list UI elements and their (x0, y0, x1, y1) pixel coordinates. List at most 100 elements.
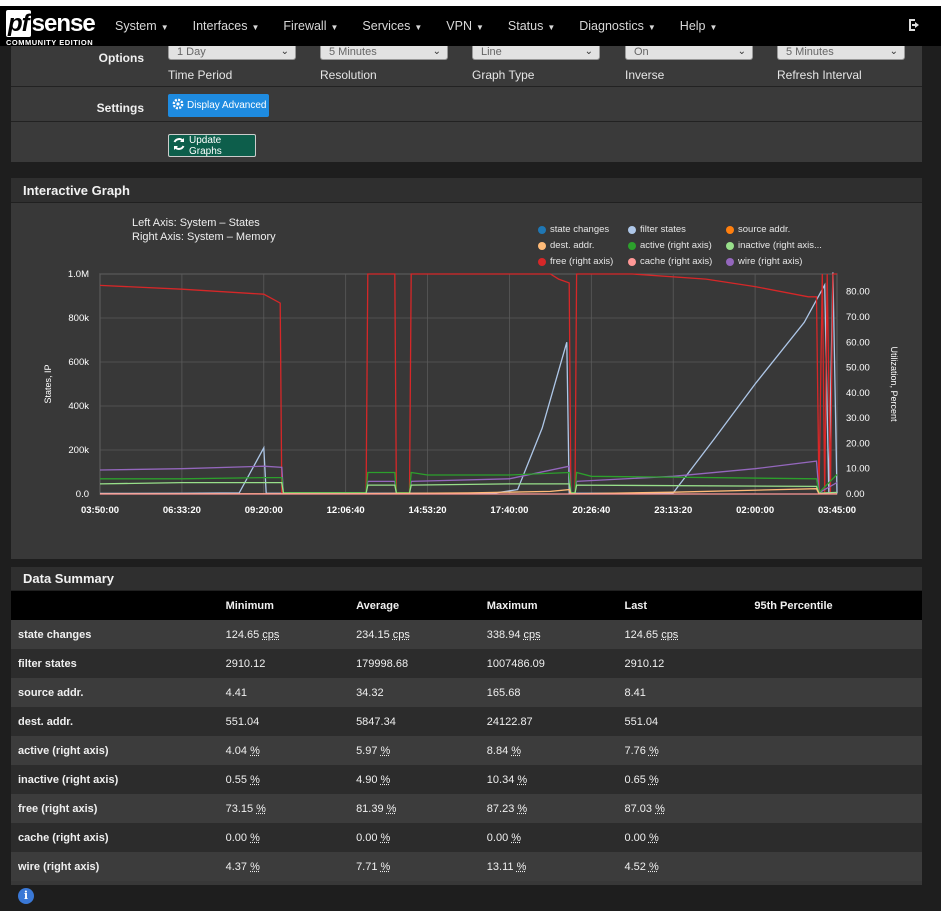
table-row: active (right axis) 4.04 % 5.97 % 8.84 % 7.7… (11, 736, 922, 765)
cell-unit: % (516, 860, 527, 873)
y-right-axis-label: Utilization, Percent (889, 346, 899, 422)
select-time-period[interactable]: 1 Day ⌄ (168, 46, 296, 60)
cell-value: 7.71 (356, 860, 378, 873)
cell-unit: % (517, 802, 528, 815)
cell-value: 2910.12 (624, 657, 665, 670)
table-row: state changes 124.65 cps 234.15 cps 338.94 … (11, 620, 922, 649)
x-tick-label: 06:33:20 (163, 505, 201, 516)
data-summary-title: Data Summary (11, 567, 922, 591)
cell-last: 8.41 (617, 678, 748, 707)
cell-value: 0.00 (225, 831, 247, 844)
cell-value: 4.04 (225, 744, 247, 757)
logout-icon[interactable] (907, 17, 923, 33)
chevron-down-icon: ⌄ (889, 46, 898, 57)
x-tick-label: 02:00:00 (736, 505, 774, 516)
nav-label: Firewall (283, 19, 327, 33)
select-label: Graph Type (472, 68, 535, 82)
cell-avg: 234.15 cps (349, 620, 480, 649)
x-tick-label: 14:53:20 (409, 505, 447, 516)
caret-down-icon: ▼ (330, 23, 339, 32)
caret-down-icon: ▼ (251, 23, 260, 32)
cell-unit: % (380, 773, 391, 786)
select-label: Resolution (320, 68, 377, 82)
cell-value: 5847.34 (356, 715, 396, 728)
states-memory-chart[interactable]: 03:50:00 06:33:20 09:20:00 12:06:40 14:53:20… (11, 178, 922, 559)
cell-value: 234.15 (356, 628, 390, 641)
nav-services[interactable]: Services ▼ (350, 6, 434, 46)
cell-value: 4.90 (356, 773, 378, 786)
cell-value: 7.76 (624, 744, 646, 757)
nav-firewall[interactable]: Firewall ▼ (271, 6, 350, 46)
select-inverse[interactable]: On ⌄ (625, 46, 753, 60)
select-value: 5 Minutes (786, 46, 834, 58)
cell-percentile (747, 765, 922, 794)
select-resolution[interactable]: 5 Minutes ⌄ (320, 46, 448, 60)
caret-down-icon: ▼ (160, 23, 169, 32)
cell-unit: cps (523, 628, 541, 641)
y-right-tick-label: 60.00 (846, 337, 870, 348)
logo-sense: sense (31, 10, 96, 37)
cell-value: 8.41 (624, 686, 646, 699)
table-row: wire (right axis) 4.37 % 7.71 % 13.11 % 4.52… (11, 852, 922, 881)
column-header: Average (349, 591, 480, 620)
table-header-row: Minimum Average Maximum Last 95th Percentile (11, 591, 922, 620)
cell-max: 13.11 % (479, 852, 618, 881)
cell-max: 87.23 % (479, 794, 618, 823)
cell-unit: % (517, 773, 528, 786)
cell-unit: cps (262, 628, 280, 641)
cell-last: 0.00 % (617, 823, 748, 852)
nav-status[interactable]: Status ▼ (496, 6, 567, 46)
settings-label: Settings (96, 101, 144, 115)
series-line-filter-states (99, 272, 838, 495)
column-header: Last (617, 591, 748, 620)
x-tick-label: 20:26:40 (572, 505, 610, 516)
gear-icon (172, 98, 184, 113)
cell-max: 8.84 % (479, 736, 618, 765)
cell-avg: 5.97 % (349, 736, 480, 765)
nav-vpn[interactable]: VPN ▼ (434, 6, 496, 46)
cell-unit: % (380, 860, 391, 873)
select-value: Line (481, 46, 502, 58)
nav-label: VPN (446, 19, 472, 33)
cell-avg: 4.90 % (349, 765, 480, 794)
series-line-inactive-right-axis- (99, 481, 838, 494)
cell-unit: % (250, 831, 260, 844)
options-label: Options (98, 51, 144, 65)
nav-interfaces[interactable]: Interfaces ▼ (181, 6, 272, 46)
cell-unit: % (648, 860, 659, 873)
y-left-axis-label: States, IP (43, 364, 53, 403)
nav-help[interactable]: Help ▼ (668, 6, 730, 46)
cell-unit: % (648, 773, 659, 786)
update-graphs-button[interactable]: Update Graphs (168, 134, 256, 157)
cell-percentile (747, 794, 922, 823)
pfsense-logo[interactable]: pf sense COMMUNITY EDITION (6, 10, 96, 47)
display-advanced-button[interactable]: Display Advanced (168, 94, 269, 117)
y-right-tick-label: 40.00 (846, 388, 870, 399)
y-left-tick-label: 800k (68, 313, 89, 324)
select-label: Time Period (168, 68, 233, 82)
cell-avg: 34.32 (349, 678, 480, 707)
plot-frame (99, 273, 838, 495)
nav-diagnostics[interactable]: Diagnostics ▼ (567, 6, 668, 46)
row-label: dest. addr. (11, 707, 219, 736)
cell-value: 73.15 (225, 802, 254, 815)
nav-system[interactable]: System ▼ (103, 6, 181, 46)
cell-max: 1007486.09 (479, 649, 618, 678)
cell-min: 4.04 % (218, 736, 350, 765)
cell-value: 87.23 (486, 802, 515, 815)
select-refresh-interval[interactable]: 5 Minutes ⌄ (777, 46, 905, 60)
select-label: Refresh Interval (777, 68, 862, 82)
cell-last: 7.76 % (617, 736, 748, 765)
cell-min: 0.00 % (218, 823, 350, 852)
navbar: pf sense COMMUNITY EDITION System ▼ Interfa… (0, 6, 941, 47)
cell-unit: % (648, 831, 659, 844)
row-label: state changes (11, 620, 219, 649)
select-graph-type[interactable]: Line ⌄ (472, 46, 600, 60)
cell-max: 338.94 cps (479, 620, 618, 649)
cell-max: 0.00 % (479, 823, 618, 852)
info-icon[interactable]: i (18, 888, 34, 904)
cell-unit: % (380, 744, 391, 757)
cell-avg: 5847.34 (349, 707, 480, 736)
interactive-graph-panel: Interactive Graph Left Axis: System – St… (11, 178, 922, 559)
y-left-tick-label: 600k (68, 357, 89, 368)
